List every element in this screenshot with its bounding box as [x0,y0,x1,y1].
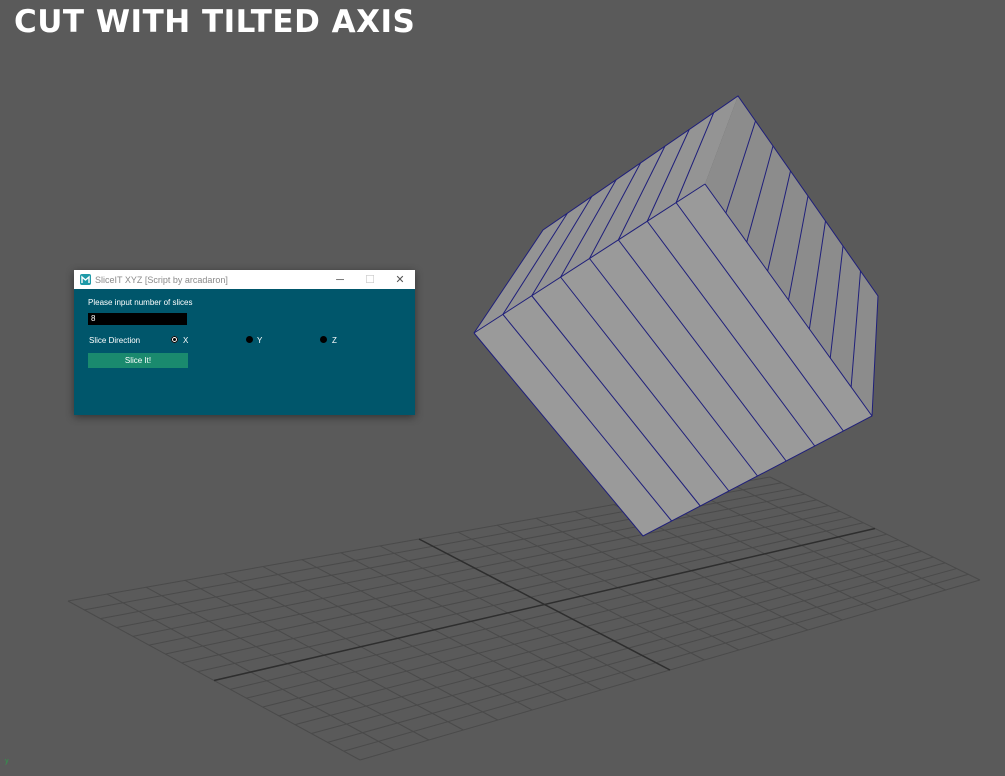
radio-y-label: Y [257,336,263,345]
ground-grid [67,476,981,761]
slice-dialog[interactable]: SliceIT XYZ [Script by arcadaron] ─ ☐ ✕ … [74,270,415,415]
sliced-cube[interactable] [473,95,879,537]
minimize-icon[interactable]: ─ [326,270,354,289]
banner-title: CUT WITH TILTED AXIS [14,4,416,40]
dialog-title: SliceIT XYZ [Script by arcadaron] [95,274,228,285]
close-icon[interactable]: ✕ [386,270,414,289]
radio-x-label: X [183,336,189,345]
radio-x[interactable] [171,336,178,343]
slice-direction-label: Slice Direction [89,336,141,345]
radio-z-label: Z [332,336,337,345]
slices-prompt-label: Please input number of slices [88,298,193,307]
maximize-icon[interactable]: ☐ [356,270,384,289]
grid-axes [213,527,876,682]
slices-count-input[interactable]: 8 [88,313,187,325]
radio-z[interactable] [320,336,327,343]
axis-marker-y: y [5,758,9,765]
slice-it-button[interactable]: Slice It! [88,353,188,368]
maya-app-icon [80,274,91,285]
dialog-titlebar[interactable]: SliceIT XYZ [Script by arcadaron] ─ ☐ ✕ [74,270,415,289]
radio-y[interactable] [246,336,253,343]
